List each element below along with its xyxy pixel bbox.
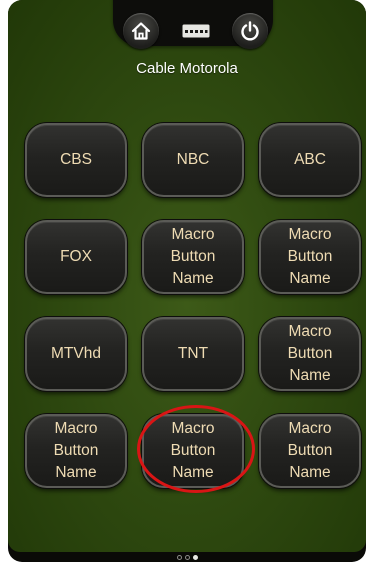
remote-panel: Cable Motorola CBS NBC ABC FOX Macro But… <box>8 0 366 552</box>
macro-button[interactable]: MTVhd <box>25 317 127 391</box>
macro-button[interactable]: ABC <box>259 123 361 197</box>
macro-button[interactable]: Macro Button Name <box>142 414 244 488</box>
macro-button[interactable]: CBS <box>25 123 127 197</box>
macro-button-label: FOX <box>60 248 92 265</box>
macro-button-label: Macro Button Name <box>170 420 216 481</box>
macro-button[interactable]: Macro Button Name <box>259 220 361 294</box>
home-icon <box>131 22 151 40</box>
macro-button-label: Macro Button Name <box>287 420 333 481</box>
power-button[interactable] <box>232 13 268 49</box>
page-indicator[interactable] <box>8 555 366 562</box>
macro-button-label: TNT <box>177 345 209 362</box>
macro-button[interactable]: Macro Button Name <box>25 414 127 488</box>
page-dot[interactable] <box>176 555 182 560</box>
macro-button-label: CBS <box>60 151 92 168</box>
macro-button[interactable]: Macro Button Name <box>259 414 361 488</box>
remote-frame: Cable Motorola CBS NBC ABC FOX Macro But… <box>8 0 366 562</box>
macro-button-label: Macro Button Name <box>287 226 333 287</box>
macro-button-label: NBC <box>176 151 210 168</box>
page-dot-active[interactable] <box>192 555 198 560</box>
macro-button[interactable]: FOX <box>25 220 127 294</box>
keyboard-button[interactable] <box>182 23 210 39</box>
macro-button[interactable]: NBC <box>142 123 244 197</box>
macro-button-label: MTVhd <box>51 345 101 362</box>
home-button[interactable] <box>123 13 159 49</box>
macro-button-label: Macro Button Name <box>170 226 216 287</box>
macro-button[interactable]: TNT <box>142 317 244 391</box>
power-icon <box>241 21 259 41</box>
macro-button[interactable]: Macro Button Name <box>142 220 244 294</box>
macro-button-label: Macro Button Name <box>287 323 333 384</box>
macro-button-label: Macro Button Name <box>53 420 99 481</box>
page-dot[interactable] <box>184 555 190 560</box>
macro-button-label: ABC <box>294 151 326 168</box>
macro-button[interactable]: Macro Button Name <box>259 317 361 391</box>
device-title: Cable Motorola <box>136 60 238 77</box>
keyboard-icon <box>182 24 210 38</box>
